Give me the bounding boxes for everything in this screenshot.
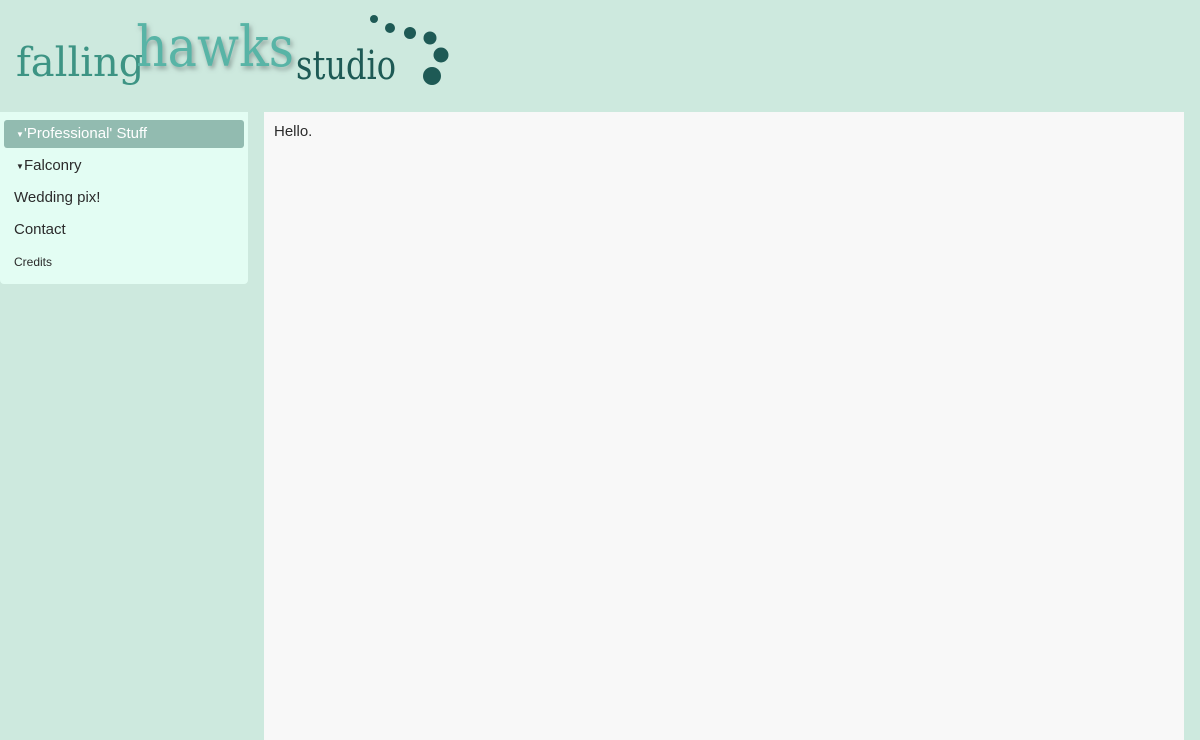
nav-item-label: Credits xyxy=(14,255,53,269)
nav-item-credits[interactable]: Credits xyxy=(4,248,244,280)
nav-item-label: Falconry xyxy=(24,157,82,174)
nav-item-contact[interactable]: Contact xyxy=(4,216,244,248)
site-logo[interactable]: falling hawks studio xyxy=(16,8,456,98)
logo-text-studio: studio xyxy=(296,43,396,89)
sidebar-nav: ▼'Professional' Stuff ▼Falconry Wedding … xyxy=(0,112,248,284)
nav-item-label: Wedding pix! xyxy=(14,189,101,206)
nav-item-wedding-pix[interactable]: Wedding pix! xyxy=(4,184,244,216)
logo-text-falling: falling xyxy=(16,40,144,86)
main-content: Hello. xyxy=(264,112,1184,740)
logo-text-hawks: hawks xyxy=(136,15,294,80)
nav-item-falconry[interactable]: ▼Falconry xyxy=(4,152,244,184)
caret-down-icon: ▼ xyxy=(16,162,24,171)
caret-down-icon: ▼ xyxy=(16,130,24,139)
nav-item-label: Contact xyxy=(14,221,66,238)
logo-graphic: falling hawks studio xyxy=(16,15,449,89)
nav-item-label: 'Professional' Stuff xyxy=(24,125,148,142)
site-header: falling hawks studio xyxy=(0,0,1200,112)
nav-item-professional-stuff[interactable]: ▼'Professional' Stuff xyxy=(4,120,244,148)
content-text: Hello. xyxy=(274,123,313,140)
